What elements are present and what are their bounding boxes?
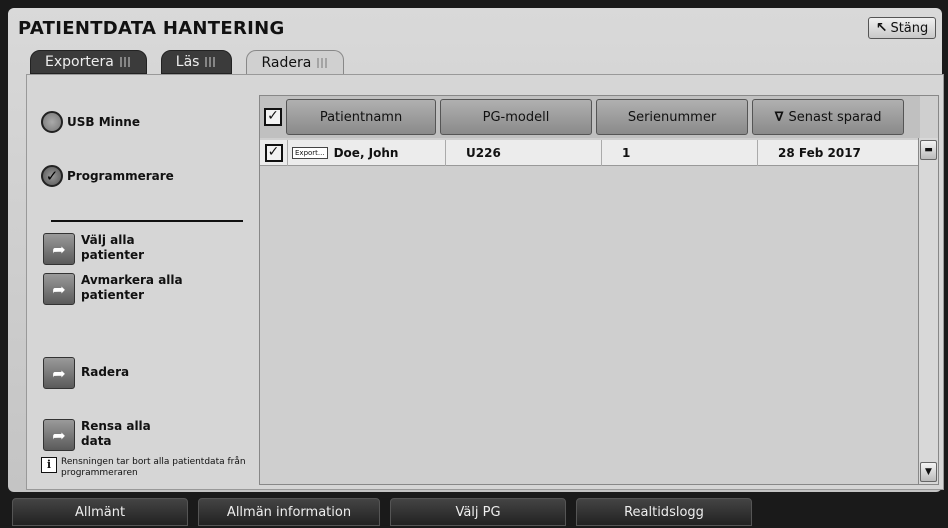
info-icon: i [41,457,57,473]
serial-cell: 1 [602,139,758,166]
source-programmer-label: Programmerare [67,169,174,183]
column-patient-name[interactable]: Patientnamn [286,99,436,135]
tab-export-label: Exportera [45,54,114,70]
close-button-label: Stäng [890,20,929,36]
info-note: i Rensningen tar bort alla patientdata f… [41,457,261,479]
patient-table: ✓ Patientnamn PG-modell Serienummer ∇ Se… [259,95,939,485]
pg-model: U226 [466,145,501,160]
pg-model-cell: U226 [446,139,602,166]
window-title: PATIENTDATA HANTERING [18,18,285,39]
nav-select-pg-label: Välj PG [455,504,501,520]
grip-icon [317,57,330,68]
export-tag: Export... [292,146,328,159]
tab-delete-label: Radera [261,54,312,71]
source-programmer-option[interactable]: ✓ Programmerare [41,165,174,187]
radio-checked-icon: ✓ [41,165,63,187]
column-last-saved-label: Senast sparad [788,109,882,125]
arrow-right-icon: ➦ [43,273,75,305]
tab-read[interactable]: Läs [160,50,233,74]
tab-read-label: Läs [175,54,200,70]
column-serial-number[interactable]: Serienummer [596,99,748,135]
grip-icon [119,57,132,67]
select-all-button[interactable]: ➦ Välj alla patienter [43,233,201,265]
arrow-right-icon: ➦ [43,419,75,451]
table-header: ✓ Patientnamn PG-modell Serienummer ∇ Se… [260,96,920,138]
tab-bar: Exportera Läs Radera [30,50,345,74]
nav-general[interactable]: Allmänt [12,498,188,526]
grip-icon [205,57,218,67]
divider [51,220,243,222]
clear-all-button[interactable]: ➦ Rensa alla data [43,419,161,451]
arrow-right-icon: ➦ [43,357,75,389]
nav-realtime-log-label: Realtidslogg [624,504,704,520]
deselect-all-button[interactable]: ➦ Avmarkera alla patienter [43,273,201,305]
info-note-text: Rensningen tar bort alla patientdata frå… [61,457,246,478]
source-usb-option[interactable]: USB Minne [41,111,140,133]
column-serial-number-label: Serienummer [627,109,717,125]
column-patient-name-label: Patientnamn [319,109,403,125]
nav-general-info[interactable]: Allmän information [198,498,380,526]
scroll-down-button[interactable]: ▼ [920,462,937,482]
last-saved: 28 Feb 2017 [778,145,861,160]
table-scrollbar[interactable]: ▬ ▼ [918,138,938,484]
radio-unselected-icon [41,111,63,133]
nav-general-label: Allmänt [74,504,126,520]
column-pg-model[interactable]: PG-modell [440,99,592,135]
arrow-right-icon: ➦ [43,233,75,265]
bottom-nav: Allmänt Allmän information Välj PG Realt… [0,498,948,528]
tab-export[interactable]: Exportera [30,50,147,74]
column-pg-model-label: PG-modell [482,109,550,125]
arrow-up-left-icon: ↖ [875,20,888,36]
delete-label: Radera [81,365,130,379]
select-all-label: Välj alla patienter [81,233,145,262]
row-checkbox[interactable]: ✓ [264,143,283,162]
source-usb-label: USB Minne [67,115,140,129]
select-all-checkbox[interactable]: ✓ [264,108,282,126]
scroll-up-button[interactable]: ▬ [920,140,937,160]
nav-realtime-log[interactable]: Realtidslogg [576,498,752,526]
nav-select-pg[interactable]: Välj PG [390,498,566,526]
row-checkbox-cell: ✓ [260,139,288,166]
nav-general-info-label: Allmän information [226,504,352,520]
deselect-all-label: Avmarkera alla patienter [81,273,183,302]
table-row[interactable]: ✓ Export... Doe, John U226 1 28 Feb 2017 [260,139,920,166]
close-button[interactable]: ↖ Stäng [868,17,936,39]
patient-name: Doe, John [333,145,399,160]
patient-data-window: PATIENTDATA HANTERING ↖ Stäng Exportera … [8,8,944,492]
serial-number: 1 [622,145,631,160]
clear-all-label: Rensa alla data [81,419,151,448]
delete-button[interactable]: ➦ Radera [43,357,201,389]
tab-delete[interactable]: Radera [246,50,345,74]
column-last-saved[interactable]: ∇ Senast sparad [752,99,904,135]
sort-descending-icon: ∇ [774,109,784,125]
patient-name-cell: Export... Doe, John [288,139,446,166]
last-saved-cell: 28 Feb 2017 [758,140,918,166]
delete-panel: USB Minne ✓ Programmerare ➦ Välj alla pa… [26,74,944,490]
